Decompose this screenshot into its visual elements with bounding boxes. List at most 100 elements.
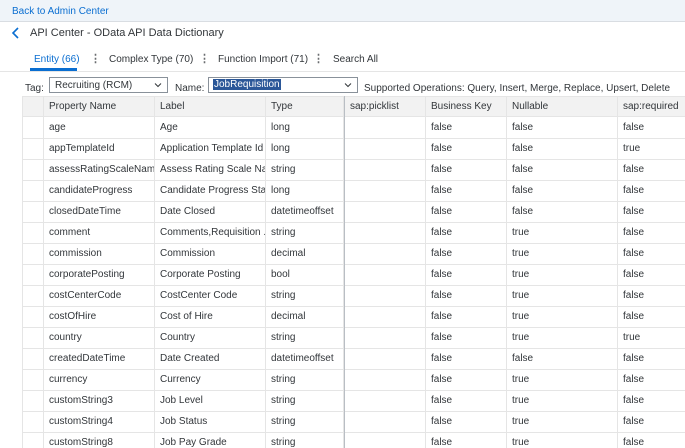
table-row[interactable]: country Country string false true true — [23, 328, 685, 349]
table-row[interactable]: costCenterCode CostCenter Code string false… — [23, 286, 685, 307]
vertical-ellipsis-icon[interactable]: ⋮ — [199, 52, 210, 65]
table-row[interactable]: createdDateTime Date Created datetimeoffse… — [23, 349, 685, 370]
properties-table: Property Name Label Type sap:picklist Bu… — [22, 96, 685, 448]
row-selector[interactable] — [23, 412, 44, 433]
cell-type: string — [266, 370, 344, 391]
cell-sap-picklist — [345, 412, 426, 433]
cell-sap-required: false — [623, 311, 645, 322]
row-selector[interactable] — [23, 307, 44, 328]
cell-label: Date Closed — [155, 202, 266, 223]
cell-business-key: false — [426, 265, 507, 286]
table-row[interactable]: assessRatingScaleName Assess Rating Scale… — [23, 160, 685, 181]
row-selector[interactable] — [23, 160, 44, 181]
row-selector[interactable] — [23, 244, 44, 265]
cell-type: long — [266, 139, 344, 160]
row-selector[interactable] — [23, 370, 44, 391]
cell-business-key: false — [426, 349, 507, 370]
tab-search-all[interactable]: Search All — [333, 54, 378, 65]
name-select[interactable]: JobRequisition — [208, 77, 358, 93]
cell-type: string — [266, 433, 344, 448]
table-row[interactable]: commission Commission decimal false true fals… — [23, 244, 685, 265]
vertical-ellipsis-icon[interactable]: ⋮ — [313, 52, 324, 65]
cell-label: Job Status — [155, 412, 266, 433]
column-header-type[interactable]: Type — [266, 97, 344, 118]
row-selector[interactable] — [23, 181, 44, 202]
filter-bar: Tag: Recruiting (RCM) Name: JobRequisiti… — [0, 74, 685, 96]
column-header-sap-required[interactable]: sap:required — [618, 97, 685, 118]
cell-sap-required: false — [623, 416, 645, 427]
cell-nullable: false — [507, 118, 618, 139]
chevron-left-icon[interactable] — [10, 26, 22, 40]
table-row[interactable]: corporatePosting Corporate Posting bool fal… — [23, 265, 685, 286]
cell-property-name: candidateProgress — [44, 181, 155, 202]
tab-function-import[interactable]: Function Import (71) — [218, 54, 308, 65]
cell-property-name: comment — [44, 223, 155, 244]
back-to-admin-center-link[interactable]: Back to Admin Center — [12, 6, 109, 17]
row-selector[interactable] — [23, 433, 44, 448]
tag-select[interactable]: Recruiting (RCM) — [49, 77, 168, 93]
select-all-cell[interactable] — [23, 97, 44, 118]
table-row[interactable]: candidateProgress Candidate Progress Sta.… — [23, 181, 685, 202]
cell-business-key: false — [426, 118, 507, 139]
cell-type: bool — [266, 265, 344, 286]
cell-label: Commission — [155, 244, 266, 265]
cell-type: string — [266, 412, 344, 433]
column-header-nullable[interactable]: Nullable — [507, 97, 618, 118]
cell-sap-required: false — [623, 269, 645, 280]
row-selector[interactable] — [23, 286, 44, 307]
cell-business-key: false — [426, 328, 507, 349]
row-selector[interactable] — [23, 349, 44, 370]
cell-type: string — [266, 223, 344, 244]
table-row[interactable]: closedDateTime Date Closed datetimeoffset f… — [23, 202, 685, 223]
cell-sap-required: true — [623, 143, 641, 154]
column-header-label-col[interactable]: Label — [155, 97, 266, 118]
tab-entity[interactable]: Entity (66) — [34, 54, 80, 65]
column-header-business-key[interactable]: Business Key — [426, 97, 507, 118]
table-row[interactable]: currency Currency string false true false — [23, 370, 685, 391]
name-select-value: JobRequisition — [213, 79, 281, 90]
row-selector[interactable] — [23, 265, 44, 286]
column-header-sap-picklist[interactable]: sap:picklist — [345, 97, 426, 118]
cell-nullable: false — [507, 202, 618, 223]
cell-business-key: false — [426, 202, 507, 223]
cell-sap-picklist — [345, 391, 426, 412]
table-row[interactable]: costOfHire Cost of Hire decimal false true fa… — [23, 307, 685, 328]
cell-label: CostCenter Code — [155, 286, 266, 307]
cell-property-name: closedDateTime — [44, 202, 155, 223]
table-row[interactable]: appTemplateId Application Template Id long… — [23, 139, 685, 160]
cell-business-key: false — [426, 307, 507, 328]
cell-type: datetimeoffset — [266, 202, 344, 223]
cell-label: Candidate Progress Sta... — [155, 181, 266, 202]
tab-complex-type[interactable]: Complex Type (70) — [109, 54, 193, 65]
column-header-property-name[interactable]: Property Name — [44, 97, 155, 118]
cell-nullable: true — [507, 223, 618, 244]
cell-property-name: assessRatingScaleName — [44, 160, 155, 181]
cell-label: Comments,Requisition ... — [155, 223, 266, 244]
cell-type: string — [266, 391, 344, 412]
cell-nullable: true — [507, 265, 618, 286]
cell-sap-required: false — [623, 353, 645, 364]
table-row[interactable]: customString4 Job Status string false true fa… — [23, 412, 685, 433]
cell-nullable: false — [507, 139, 618, 160]
row-selector[interactable] — [23, 328, 44, 349]
cell-sap-picklist — [345, 265, 426, 286]
table-row[interactable]: age Age long false false false — [23, 118, 685, 139]
row-selector[interactable] — [23, 223, 44, 244]
vertical-ellipsis-icon[interactable]: ⋮ — [90, 52, 101, 65]
cell-nullable: false — [507, 349, 618, 370]
cell-property-name: commission — [44, 244, 155, 265]
chevron-down-icon — [154, 83, 162, 88]
table-row[interactable]: comment Comments,Requisition ... string fal… — [23, 223, 685, 244]
cell-sap-required: false — [623, 185, 645, 196]
cell-sap-required: false — [623, 290, 645, 301]
cell-sap-picklist — [345, 349, 426, 370]
row-selector[interactable] — [23, 118, 44, 139]
table-row[interactable]: customString8 Job Pay Grade string false tru… — [23, 433, 685, 448]
row-selector[interactable] — [23, 202, 44, 223]
cell-nullable: true — [507, 244, 618, 265]
row-selector[interactable] — [23, 391, 44, 412]
table-row[interactable]: customString3 Job Level string false true fal… — [23, 391, 685, 412]
cell-type: long — [266, 181, 344, 202]
row-selector[interactable] — [23, 139, 44, 160]
cell-nullable: false — [507, 181, 618, 202]
